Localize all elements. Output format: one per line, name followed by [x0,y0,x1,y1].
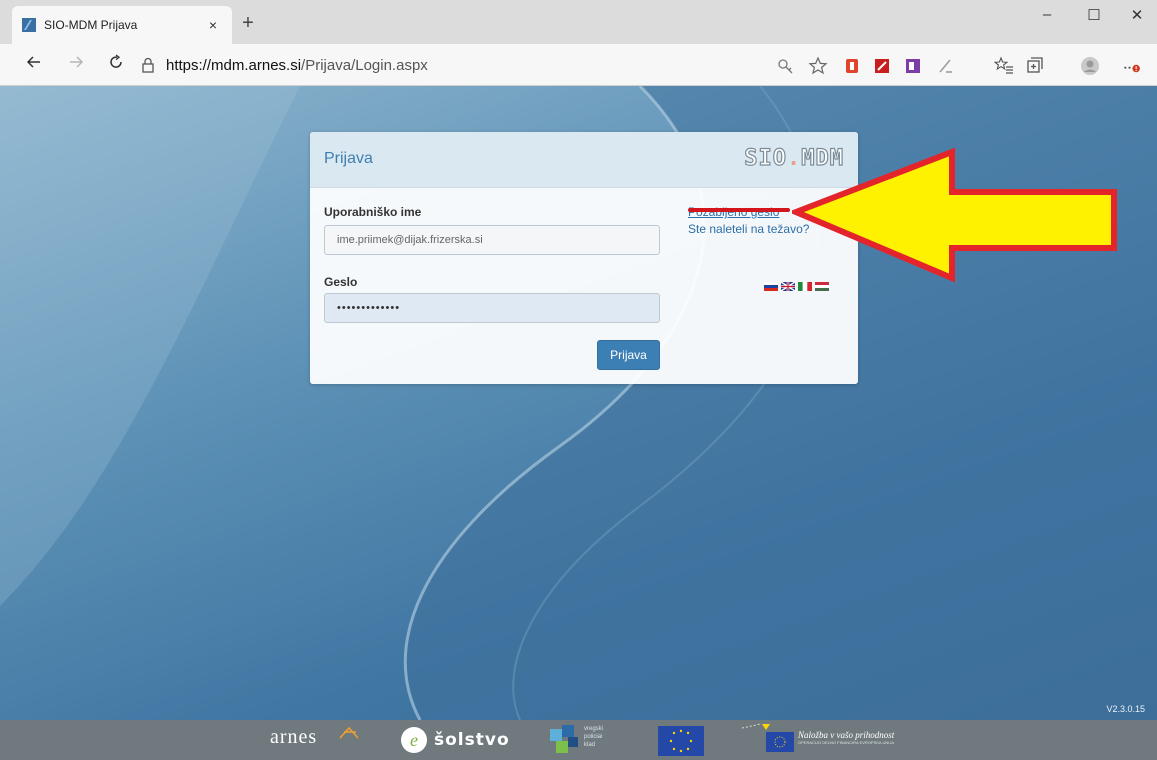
new-tab-button[interactable]: + [238,12,258,35]
login-submit-button[interactable]: Prijava [597,340,660,370]
address-bar: https://mdm.arnes.si/Prijava/Login.aspx [0,44,1157,86]
arnes-star-icon [339,726,359,739]
login-card: Prijava SIO.MDM Uporabniško ime Geslo Pr… [310,132,858,384]
settings-more-icon[interactable] [1122,56,1142,76]
profile-avatar-icon[interactable] [1080,56,1100,76]
tab-title: SIO-MDM Prijava [44,18,138,32]
url-path: /Prijava/Login.aspx [301,56,428,74]
favorite-star-icon[interactable] [808,56,828,76]
office-icon[interactable] [842,56,862,76]
window-close-button[interactable]: ✕ [1117,6,1157,24]
refresh-button[interactable] [104,54,128,75]
read-aloud-icon[interactable] [936,56,956,76]
regional-text-1: vregski [584,726,604,732]
forward-arrow-icon [70,56,84,68]
url-field[interactable]: https://mdm.arnes.si/Prijava/Login.aspx [140,51,860,79]
eu-flag-icon [658,726,704,756]
login-card-header: Prijava SIO.MDM [310,132,858,188]
eu-investment-text: Naložba v vašo prihodnost OPERACIJO DELN… [798,730,894,745]
version-label: V2.3.0.15 [1106,704,1145,714]
regional-text-2: policiai [584,734,603,740]
regional-fund-text: vregski policiai klad [584,725,603,749]
forward-button[interactable] [64,54,88,75]
solstvo-logo: šolstvo [434,730,510,750]
back-button[interactable] [22,54,46,75]
esolstvo-e-icon: e [401,727,427,753]
yellow-arrow-annotation [792,148,1117,283]
regional-fund-icon [550,725,578,753]
eu-investment-title: Naložba v vašo prihodnost [798,730,895,740]
password-label: Geslo [324,275,358,289]
url-text: https://mdm.arnes.si/Prijava/Login.aspx [166,57,428,74]
password-input[interactable] [324,293,660,323]
browser-tab[interactable]: SIO-MDM Prijava × [12,6,232,44]
lock-icon [142,57,154,73]
username-label: Uporabniško ime [324,205,422,219]
logo-part-sio: SIO [744,145,787,171]
collections-icon[interactable] [1024,56,1044,76]
arnes-logo: arnes [270,726,318,748]
flag-slovenian-icon[interactable] [764,282,778,291]
svg-text:e: e [410,730,418,750]
url-host: https://mdm.arnes.si [166,56,302,74]
pdf-extension-icon[interactable] [872,56,892,76]
eu-investment-icon [742,723,794,752]
red-underline-annotation [688,208,790,212]
username-input[interactable] [324,225,660,255]
window-maximize-button[interactable]: ☐ [1074,6,1114,24]
regional-text-3: klad [584,742,596,748]
browser-tab-bar: SIO-MDM Prijava × + – ☐ ✕ [0,0,1157,44]
window-minimize-button[interactable]: – [1027,6,1067,23]
key-icon[interactable] [776,56,796,76]
favorites-list-icon[interactable] [994,56,1014,76]
site-favicon-icon [22,18,36,32]
eu-investment-subtitle: OPERACIJO DELNO FINANCIRA EVROPSKA UNIJA [798,740,895,745]
login-heading: Prijava [324,150,373,167]
refresh-icon [110,54,122,68]
onenote-icon[interactable] [903,56,923,76]
partner-footer: arnes e šolstvo vregski policiai klad Na… [0,720,1157,760]
back-arrow-icon [26,56,40,68]
tab-close-icon[interactable]: × [204,17,222,33]
